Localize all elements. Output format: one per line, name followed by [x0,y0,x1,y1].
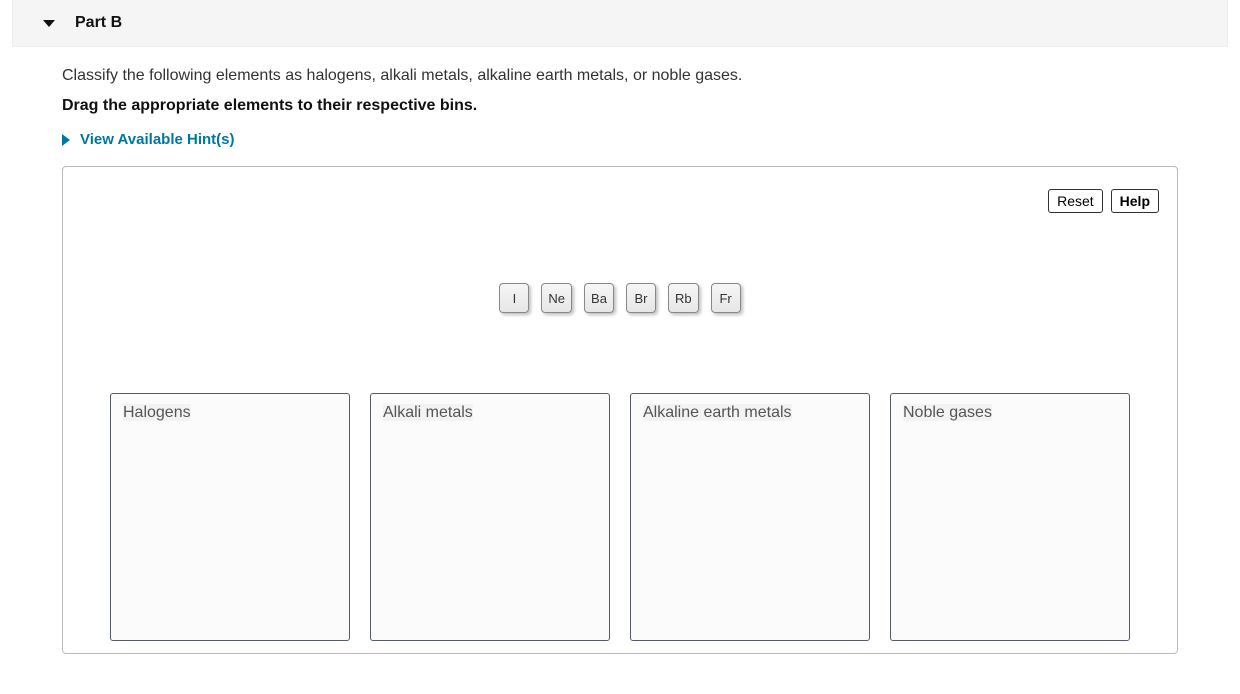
instruction-text: Classify the following elements as halog… [62,67,1178,85]
bin-label: Alkaline earth metals [643,404,792,421]
bin-noble-gases[interactable]: Noble gases [890,393,1130,641]
bin-label: Alkali metals [383,404,473,421]
drag-instruction-text: Drag the appropriate elements to their r… [62,97,1178,115]
element-tile-Ba[interactable]: Ba [584,283,614,313]
hints-toggle-label: View Available Hint(s) [80,131,235,148]
part-header[interactable]: Part B [12,0,1228,47]
reset-button[interactable]: Reset [1048,189,1103,213]
hints-toggle[interactable]: View Available Hint(s) [62,131,1178,148]
element-tile-Br[interactable]: Br [626,283,656,313]
bin-label: Halogens [123,404,191,421]
element-pool: I Ne Ba Br Rb Fr [81,283,1159,313]
caret-right-icon [62,134,70,146]
workspace-panel: Reset Help I Ne Ba Br Rb Fr Halogens Alk… [62,166,1178,654]
element-tile-Rb[interactable]: Rb [668,283,699,313]
element-tile-Ne[interactable]: Ne [541,283,572,313]
bin-alkaline-earth-metals[interactable]: Alkaline earth metals [630,393,870,641]
bin-halogens[interactable]: Halogens [110,393,350,641]
bin-label: Noble gases [903,404,992,421]
bins-container: Halogens Alkali metals Alkaline earth me… [81,393,1159,641]
element-tile-I[interactable]: I [499,283,529,313]
caret-down-icon [43,20,55,27]
help-button[interactable]: Help [1111,189,1159,213]
workspace-toolbar: Reset Help [81,189,1159,213]
part-title: Part B [75,14,122,32]
bin-alkali-metals[interactable]: Alkali metals [370,393,610,641]
element-tile-Fr[interactable]: Fr [711,283,741,313]
